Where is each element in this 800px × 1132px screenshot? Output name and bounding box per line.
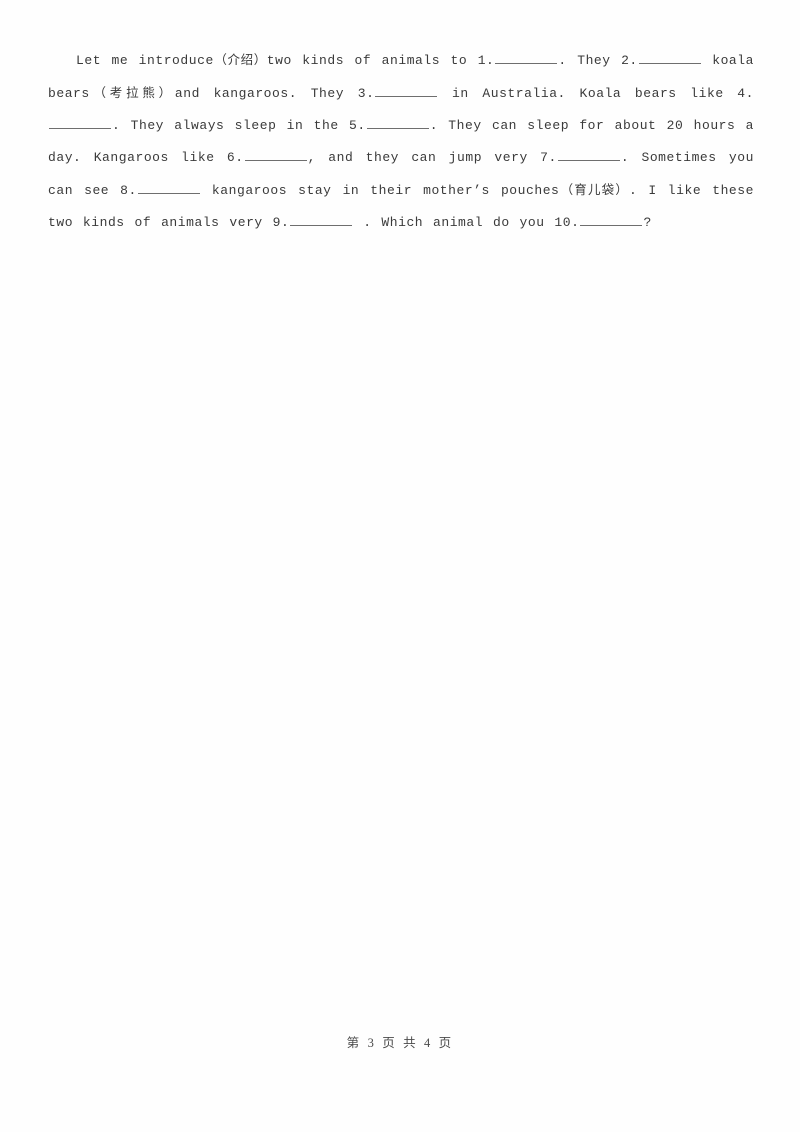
answer-blank-9[interactable] xyxy=(290,212,353,226)
answer-blank-2[interactable] xyxy=(638,50,701,64)
answer-blank-6[interactable] xyxy=(244,147,307,161)
footer-total-pages: 4 xyxy=(423,1036,433,1050)
passage-block: Let me introduce（介绍）two kinds of animals… xyxy=(48,44,754,239)
passage-annotation-yuerdai: （育儿袋） xyxy=(559,182,630,197)
passage-text-1: Let me introduce xyxy=(76,53,214,68)
answer-blank-3[interactable] xyxy=(375,83,438,97)
passage-text-13: . Which animal do you 10. xyxy=(353,215,580,230)
answer-blank-5[interactable] xyxy=(366,115,429,129)
passage-text-3: . They 2. xyxy=(558,53,638,68)
fill-in-the-blank-passage: Let me introduce（介绍）two kinds of animals… xyxy=(48,44,754,239)
answer-blank-7[interactable] xyxy=(557,147,620,161)
passage-annotation-jieshao: （介绍） xyxy=(213,52,267,67)
document-page: Let me introduce（介绍）two kinds of animals… xyxy=(0,0,800,1132)
answer-blank-1[interactable] xyxy=(495,50,558,64)
page-footer: 第 3 页 共 4 页 xyxy=(0,1032,800,1051)
passage-text-14: ? xyxy=(643,215,652,230)
answer-blank-8[interactable] xyxy=(137,180,200,194)
passage-text-7: . They always sleep in the 5. xyxy=(112,118,366,133)
answer-blank-4[interactable] xyxy=(49,115,111,129)
passage-text-2: two kinds of animals to 1. xyxy=(266,53,495,68)
passage-text-6: in Australia. Koala bears like 4. xyxy=(438,86,754,101)
footer-current-page: 3 xyxy=(367,1036,377,1050)
answer-blank-10[interactable] xyxy=(580,212,643,226)
passage-text-5: and kangaroos. They 3. xyxy=(174,86,375,101)
footer-suffix: 页 xyxy=(438,1035,454,1050)
passage-annotation-kaolaxiong: （考拉熊） xyxy=(89,85,175,100)
passage-text-9: , and they can jump very 7. xyxy=(307,150,557,165)
footer-prefix: 第 xyxy=(346,1035,362,1050)
passage-text-11: kangaroos stay in their mother’s pouches xyxy=(200,183,560,198)
footer-middle: 页 共 xyxy=(382,1035,418,1050)
